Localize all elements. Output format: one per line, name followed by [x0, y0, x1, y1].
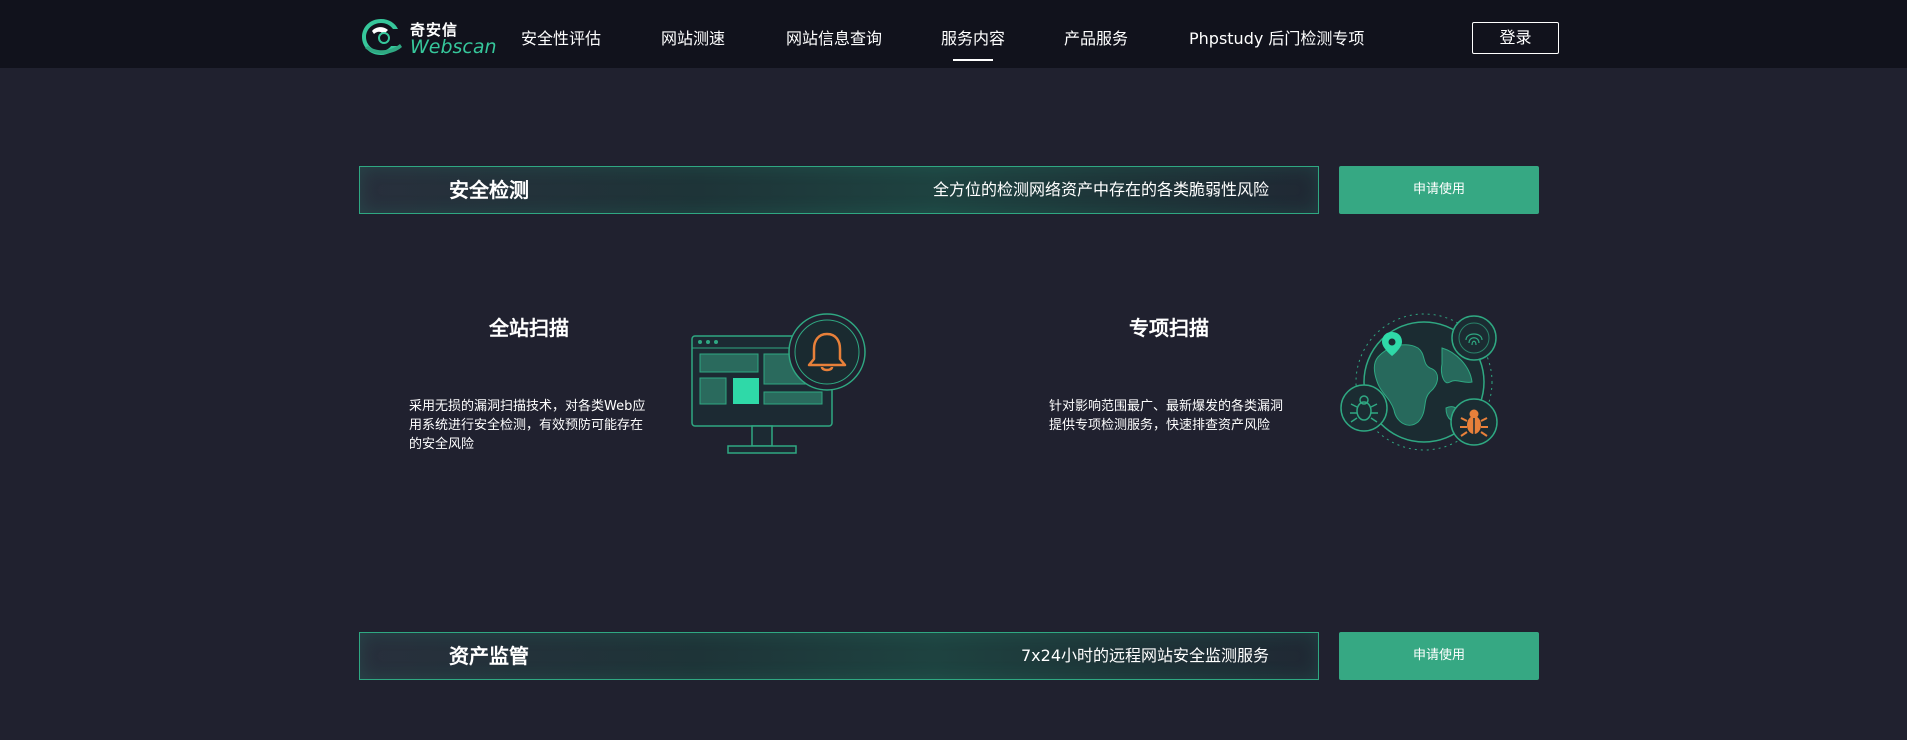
security-detection-banner: 安全检测 全方位的检测网络资产中存在的各类脆弱性风险 — [359, 166, 1319, 214]
nav-item-site-info-lookup[interactable]: 网站信息查询 — [786, 0, 882, 68]
brand-logo[interactable]: 奇安信 Webscan — [358, 16, 498, 58]
feature-description-special-scan: 针对影响范围最广、最新爆发的各类漏洞提供专项检测服务，快速排查资产风险 — [1049, 399, 1284, 433]
section-title: 安全检测 — [449, 178, 529, 202]
feature-description-full-site-scan: 采用无损的漏洞扫描技术，对各类Web应用系统进行安全检测，有效预防可能存在的安全… — [409, 399, 646, 452]
nav-item-phpstudy-backdoor[interactable]: Phpstudy 后门检测专项 — [1189, 0, 1364, 68]
apply-button-asset-monitoring[interactable]: 申请使用 — [1339, 632, 1539, 680]
section-description: 7x24小时的远程网站安全监测服务 — [1020, 646, 1269, 665]
top-navigation-bar: 奇安信 Webscan 安全性评估 网站测速 网站信息查询 服务内容 产品服务 … — [0, 0, 1907, 68]
feature-title-full-site-scan: 全站扫描 — [489, 316, 569, 340]
qianxin-logo-icon — [362, 19, 402, 55]
nav-item-product-services[interactable]: 产品服务 — [1064, 0, 1128, 68]
brand-name-en: Webscan — [410, 36, 497, 58]
nav-item-security-assessment[interactable]: 安全性评估 — [521, 0, 601, 68]
asset-monitoring-banner: 资产监管 7x24小时的远程网站安全监测服务 — [359, 632, 1319, 680]
monitor-bell-icon — [691, 313, 866, 454]
section-title: 资产监管 — [449, 644, 529, 668]
globe-bug-icon — [1340, 313, 1498, 451]
login-button[interactable]: 登录 — [1472, 22, 1559, 54]
apply-button-security-detection[interactable]: 申请使用 — [1339, 166, 1539, 214]
nav-item-service-content[interactable]: 服务内容 — [941, 0, 1005, 68]
nav-item-site-speed-test[interactable]: 网站测速 — [661, 0, 725, 68]
section-description: 全方位的检测网络资产中存在的各类脆弱性风险 — [932, 180, 1269, 199]
feature-title-special-scan: 专项扫描 — [1129, 316, 1209, 340]
